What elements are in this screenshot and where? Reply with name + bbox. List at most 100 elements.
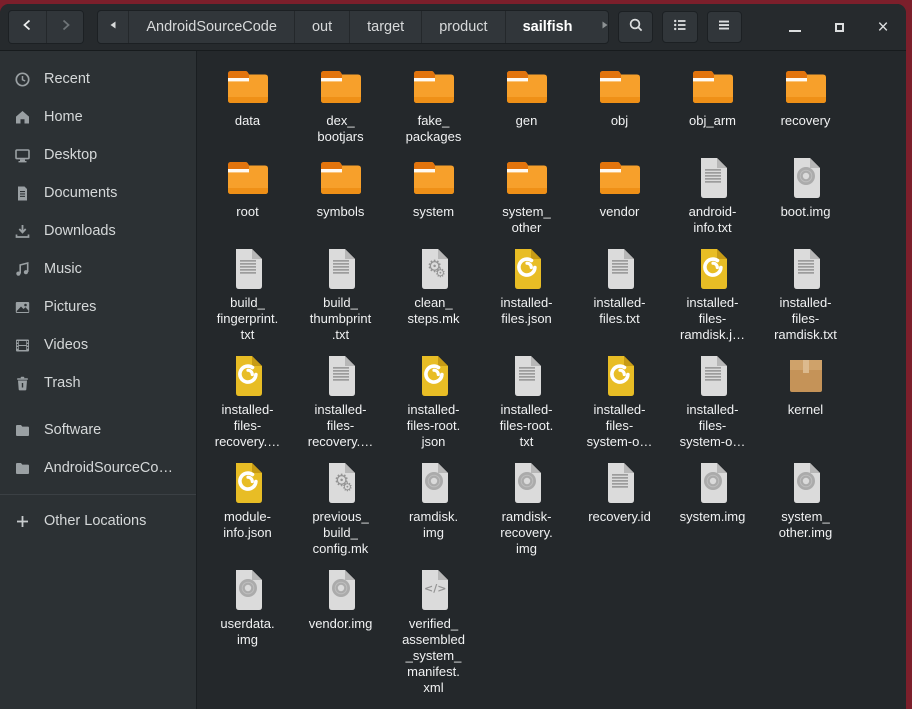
file-item-system_other.img[interactable]: system_ other.img [759, 459, 852, 557]
package-icon [782, 352, 830, 400]
file-item-installed-files-root.json[interactable]: installed- files-root. json [387, 352, 480, 450]
text-file-icon [689, 352, 737, 400]
folder-icon [782, 63, 830, 111]
file-item-system[interactable]: system [387, 154, 480, 236]
text-file-icon [317, 245, 365, 293]
sidebar-item-software[interactable]: Software [0, 411, 196, 449]
sidebar-item-documents[interactable]: Documents [0, 174, 196, 212]
picture-icon [14, 299, 31, 316]
breadcrumb-segment-androidsourcecode[interactable]: AndroidSourceCode [129, 11, 295, 43]
file-item-label: installed- files- system-o… [680, 402, 746, 450]
folder-icon [224, 63, 272, 111]
search-button[interactable] [618, 11, 653, 43]
svg-text:⚙: ⚙ [435, 266, 446, 280]
trash-icon [14, 375, 31, 392]
menu-button[interactable] [707, 11, 742, 43]
sidebar-item-music[interactable]: Music [0, 250, 196, 288]
sidebar-item-label: Pictures [44, 299, 96, 315]
breadcrumb-segment-sailfish[interactable]: sailfish [506, 11, 590, 43]
file-item-installed-files-root.txt[interactable]: installed- files-root. txt [480, 352, 573, 450]
file-item-ramdisk.img[interactable]: ramdisk. img [387, 459, 480, 557]
file-item-recovery.id[interactable]: recovery.id [573, 459, 666, 557]
file-item-label: vendor [600, 204, 640, 220]
text-file-icon [596, 459, 644, 507]
plus-icon [14, 513, 31, 530]
file-item-data[interactable]: data [201, 63, 294, 145]
sidebar-item-pictures[interactable]: Pictures [0, 288, 196, 326]
sidebar-item-downloads[interactable]: Downloads [0, 212, 196, 250]
file-item-build_thumbprint.txt[interactable]: build_ thumbprint .txt [294, 245, 387, 343]
file-item-installed-files-system-o[interactable]: installed- files- system-o… [573, 352, 666, 450]
file-item-label: gen [516, 113, 538, 129]
close-button[interactable]: × [870, 14, 896, 40]
file-item-installed-files-recovery[interactable]: installed- files- recovery.… [294, 352, 387, 450]
breadcrumb-segment-target[interactable]: target [350, 11, 422, 43]
sidebar-item-desktop[interactable]: Desktop [0, 136, 196, 174]
view-toggle-button[interactable] [662, 11, 697, 43]
file-item-obj[interactable]: obj [573, 63, 666, 145]
sidebar-item-label: Desktop [44, 147, 97, 163]
sidebar-item-other-locations[interactable]: Other Locations [0, 502, 196, 540]
file-item-userdata.img[interactable]: userdata. img [201, 566, 294, 696]
sidebar-item-label: AndroidSourceCo… [44, 460, 173, 476]
maximize-button[interactable] [826, 14, 852, 40]
file-item-installed-files-ramdisk.txt[interactable]: installed- files- ramdisk.txt [759, 245, 852, 343]
svg-text:⚙: ⚙ [342, 480, 353, 494]
file-item-label: vendor.img [309, 616, 373, 632]
file-item-system_other[interactable]: system_ other [480, 154, 573, 236]
file-item-label: kernel [788, 402, 823, 418]
breadcrumb-segment-product[interactable]: product [422, 11, 505, 43]
file-item-label: android- info.txt [689, 204, 737, 236]
file-item-system.img[interactable]: system.img [666, 459, 759, 557]
file-item-vendor.img[interactable]: vendor.img [294, 566, 387, 696]
file-item-module-info.json[interactable]: module- info.json [201, 459, 294, 557]
sidebar-item-home[interactable]: Home [0, 98, 196, 136]
file-item-label: installed- files- ramdisk.txt [774, 295, 837, 343]
file-item-label: installed- files.txt [593, 295, 645, 327]
file-item-verified_assembled_system_manifest.xml[interactable]: </>verified_ assembled _system_ manifest… [387, 566, 480, 696]
breadcrumb-scroll-left-button[interactable] [98, 11, 129, 43]
file-item-installed-files-system-o[interactable]: installed- files- system-o… [666, 352, 759, 450]
folder-icon [224, 154, 272, 202]
file-item-label: installed- files.json [500, 295, 552, 327]
home-icon [14, 109, 31, 126]
file-item-vendor[interactable]: vendor [573, 154, 666, 236]
file-item-installed-files-recovery[interactable]: installed- files- recovery.… [201, 352, 294, 450]
file-item-kernel[interactable]: kernel [759, 352, 852, 450]
sidebar-item-label: Downloads [44, 223, 116, 239]
file-item-installed-files-ramdisk.j[interactable]: installed- files- ramdisk.j… [666, 245, 759, 343]
file-item-gen[interactable]: gen [480, 63, 573, 145]
sidebar-item-recent[interactable]: Recent [0, 60, 196, 98]
text-file-icon [782, 245, 830, 293]
file-item-recovery[interactable]: recovery [759, 63, 852, 145]
file-item-ramdisk-recovery.img[interactable]: ramdisk- recovery. img [480, 459, 573, 557]
file-item-root[interactable]: root [201, 154, 294, 236]
minimize-button[interactable] [782, 14, 808, 40]
file-item-android-info.txt[interactable]: android- info.txt [666, 154, 759, 236]
file-item-obj_arm[interactable]: obj_arm [666, 63, 759, 145]
file-item-build_fingerprint.txt[interactable]: build_ fingerprint. txt [201, 245, 294, 343]
file-item-installed-files.txt[interactable]: installed- files.txt [573, 245, 666, 343]
close-icon: × [877, 18, 888, 37]
sidebar-item-videos[interactable]: Videos [0, 326, 196, 364]
back-button[interactable] [9, 11, 46, 43]
file-item-symbols[interactable]: symbols [294, 154, 387, 236]
minimize-icon [789, 30, 801, 32]
file-item-dex_bootjars[interactable]: dex_ bootjars [294, 63, 387, 145]
file-item-clean_steps.mk[interactable]: ⚙⚙clean_ steps.mk [387, 245, 480, 343]
file-item-boot.img[interactable]: boot.img [759, 154, 852, 236]
breadcrumb-segment-out[interactable]: out [295, 11, 350, 43]
file-item-installed-files.json[interactable]: installed- files.json [480, 245, 573, 343]
sidebar-item-trash[interactable]: Trash [0, 364, 196, 402]
list-view-icon [672, 17, 688, 38]
sidebar: RecentHome Desktop Documents Downloads Music… [0, 51, 197, 709]
sidebar-item-androidsourceco[interactable]: AndroidSourceCo… [0, 449, 196, 487]
xml-file-icon: </> [410, 566, 458, 614]
forward-button[interactable] [46, 11, 83, 43]
text-file-icon [317, 352, 365, 400]
file-item-fake_packages[interactable]: fake_ packages [387, 63, 480, 145]
file-item-label: previous_ build_ config.mk [312, 509, 368, 557]
file-item-previous_build_config.mk[interactable]: ⚙⚙previous_ build_ config.mk [294, 459, 387, 557]
disk-image-icon [224, 566, 272, 614]
breadcrumb-scroll-right-button[interactable] [590, 11, 610, 43]
